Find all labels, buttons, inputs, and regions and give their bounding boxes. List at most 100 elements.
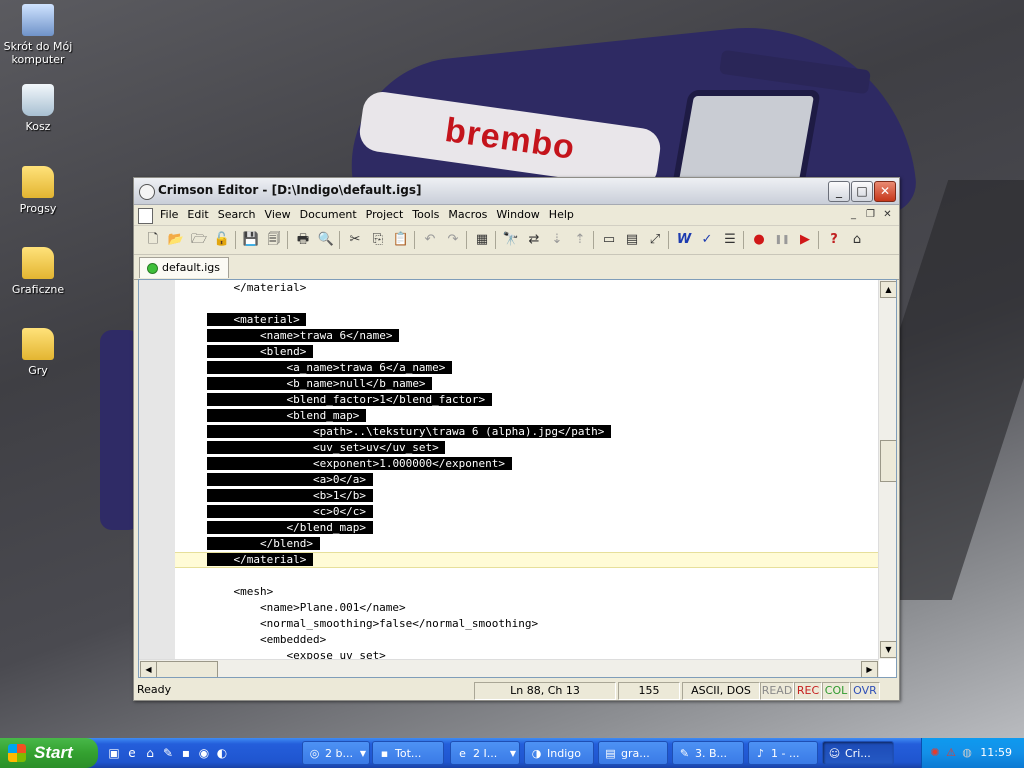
task-indigo[interactable]: ◑ Indigo (524, 741, 594, 765)
explorer-icon[interactable]: ⌂ (142, 745, 158, 761)
alert-tray-icon[interactable]: ⚠ (944, 746, 958, 760)
scroll-left-arrow-icon[interactable]: ◀ (140, 661, 157, 677)
redo-icon[interactable]: ↷ (444, 231, 462, 249)
output-window-icon[interactable]: ▤ (623, 231, 641, 249)
desktop-icon-recycle-bin[interactable]: Kosz (0, 84, 76, 133)
vertical-scrollbar[interactable]: ▲ ▼ (878, 280, 896, 659)
show-desktop-icon[interactable]: ▣ (106, 745, 122, 761)
code-line[interactable]: 79 <blend_map> (175, 408, 879, 424)
open-remote-icon[interactable]: 🗁 (190, 231, 208, 249)
menu-file[interactable]: File (160, 208, 185, 221)
crimson-app-icon[interactable] (139, 184, 155, 200)
pause-macro-icon[interactable]: ❚❚ (773, 231, 791, 249)
task-firefox[interactable]: ◎ 2 b... ▼ (302, 741, 370, 765)
code-line[interactable]: 73 <material> (175, 312, 879, 328)
minimize-button[interactable]: _ (828, 181, 850, 202)
desktop-icon-progsy[interactable]: Progsy (0, 166, 76, 215)
replace-icon[interactable]: ⇄ (525, 231, 543, 249)
code-line[interactable]: 82 <exponent>1.000000</exponent> (175, 456, 879, 472)
gear-tray-icon[interactable]: ✺ (928, 746, 942, 760)
home-icon[interactable]: ⌂ (848, 231, 866, 249)
copy-icon[interactable]: ⎘ (369, 231, 387, 249)
code-line[interactable]: 84 <b>1</b> (175, 488, 879, 504)
code-line[interactable]: 76 <a_name>trawa 6</a_name> (175, 360, 879, 376)
cut-icon[interactable]: ✂ (346, 231, 364, 249)
menu-macros[interactable]: Macros (448, 208, 494, 221)
help-icon[interactable]: ? (825, 231, 843, 249)
find-prev-icon[interactable]: ⇡ (571, 231, 589, 249)
task-ie[interactable]: e 2 I... ▼ (450, 741, 520, 765)
code-line[interactable]: 94 <expose_uv_set> (175, 648, 879, 659)
scroll-down-arrow-icon[interactable]: ▼ (880, 641, 896, 658)
ie-icon[interactable]: e (124, 745, 140, 761)
maximize-button[interactable]: □ (851, 181, 873, 202)
code-line[interactable]: 77 <b_name>null</b_name> (175, 376, 879, 392)
scroll-up-arrow-icon[interactable]: ▲ (880, 281, 896, 298)
player-icon[interactable]: ◐ (214, 745, 230, 761)
title-bar[interactable]: Crimson Editor - [D:\Indigo\default.igs]… (134, 178, 899, 205)
code-line[interactable]: 86 </blend_map> (175, 520, 879, 536)
code-line[interactable]: 71 </material> (175, 280, 879, 296)
code-line[interactable]: 90 <mesh> (175, 584, 879, 600)
record-macro-icon[interactable]: ● (750, 231, 768, 249)
code-line[interactable]: 72 (175, 296, 879, 312)
pencil-icon[interactable]: ✎ (160, 745, 176, 761)
task-winamp[interactable]: ♪ 1 - ... (748, 741, 818, 765)
start-button[interactable]: Start (0, 738, 98, 768)
find-icon[interactable]: 🔭 (502, 231, 520, 249)
paste-icon[interactable]: 📋 (392, 231, 410, 249)
desktop-icon-my-computer[interactable]: Skrót do Mój komputer (0, 4, 76, 66)
menu-tools[interactable]: Tools (412, 208, 446, 221)
floppy-icon[interactable]: ▪ (178, 745, 194, 761)
task-crimson-editor[interactable]: ☺ Cri... (822, 741, 894, 765)
current-code-line[interactable]: 88 </material> (175, 552, 879, 568)
document-icon[interactable] (138, 208, 153, 224)
code-line[interactable]: 78 <blend_factor>1</blend_factor> (175, 392, 879, 408)
code-line[interactable]: 80 <path>..\tekstury\trawa 6 (alpha).jpg… (175, 424, 879, 440)
print-icon[interactable]: 🖶 (294, 231, 312, 249)
code-line[interactable]: 89 (175, 568, 879, 584)
task-pdf[interactable]: ▤ gra... (598, 741, 668, 765)
mdi-close-button[interactable]: ✕ (880, 208, 895, 222)
new-file-icon[interactable]: 🗋 (144, 231, 162, 249)
menu-search[interactable]: Search (218, 208, 263, 221)
mdi-restore-button[interactable]: ❐ (863, 208, 878, 222)
code-area[interactable]: 71 </material>7273 <material> 74 <name>t… (175, 280, 879, 659)
undo-icon[interactable]: ↶ (421, 231, 439, 249)
task-tot[interactable]: ▪ Tot... (372, 741, 444, 765)
code-line[interactable]: 87 </blend> (175, 536, 879, 552)
open-file-icon[interactable]: 📂 (167, 231, 185, 249)
close-button[interactable]: ✕ (874, 181, 896, 202)
code-line[interactable]: 91 <name>Plane.001</name> (175, 600, 879, 616)
clock[interactable]: 11:59 (980, 746, 1012, 759)
disk-tray-icon[interactable]: ◍ (960, 746, 974, 760)
desktop-icon-gry[interactable]: Gry (0, 328, 76, 377)
print-preview-icon[interactable]: 🔍 (317, 231, 335, 249)
menu-view[interactable]: View (265, 208, 298, 221)
menu-window[interactable]: Window (496, 208, 546, 221)
menu-edit[interactable]: Edit (187, 208, 215, 221)
horizontal-scroll-thumb[interactable] (156, 661, 218, 677)
menu-document[interactable]: Document (300, 208, 364, 221)
menu-help[interactable]: Help (549, 208, 581, 221)
column-mode-icon[interactable]: ▦ (473, 231, 491, 249)
find-next-icon[interactable]: ⇣ (548, 231, 566, 249)
word-wrap-icon[interactable]: W (675, 231, 693, 249)
horizontal-scrollbar[interactable]: ◀ ▶ (139, 659, 879, 677)
code-line[interactable]: 83 <a>0</a> (175, 472, 879, 488)
save-icon[interactable]: 💾 (242, 231, 260, 249)
reload-icon[interactable]: 🔓 (213, 231, 231, 249)
task-editor[interactable]: ✎ 3. B... (672, 741, 744, 765)
code-line[interactable]: 81 <uv_set>uv</uv_set> (175, 440, 879, 456)
play-macro-icon[interactable]: ▶ (796, 231, 814, 249)
code-line[interactable]: 74 <name>trawa 6</name> (175, 328, 879, 344)
tab-default-igs[interactable]: default.igs (139, 257, 229, 278)
mdi-minimize-button[interactable]: _ (846, 208, 861, 222)
code-line[interactable]: 85 <c>0</c> (175, 504, 879, 520)
view-toggle-icon[interactable]: ⤢ (646, 231, 664, 249)
code-line[interactable]: 92 <normal_smoothing>false</normal_smoot… (175, 616, 879, 632)
scroll-right-arrow-icon[interactable]: ▶ (861, 661, 878, 677)
menu-project[interactable]: Project (366, 208, 411, 221)
desktop-icon-graficzne[interactable]: Graficzne (0, 247, 76, 296)
media-icon[interactable]: ◉ (196, 745, 212, 761)
